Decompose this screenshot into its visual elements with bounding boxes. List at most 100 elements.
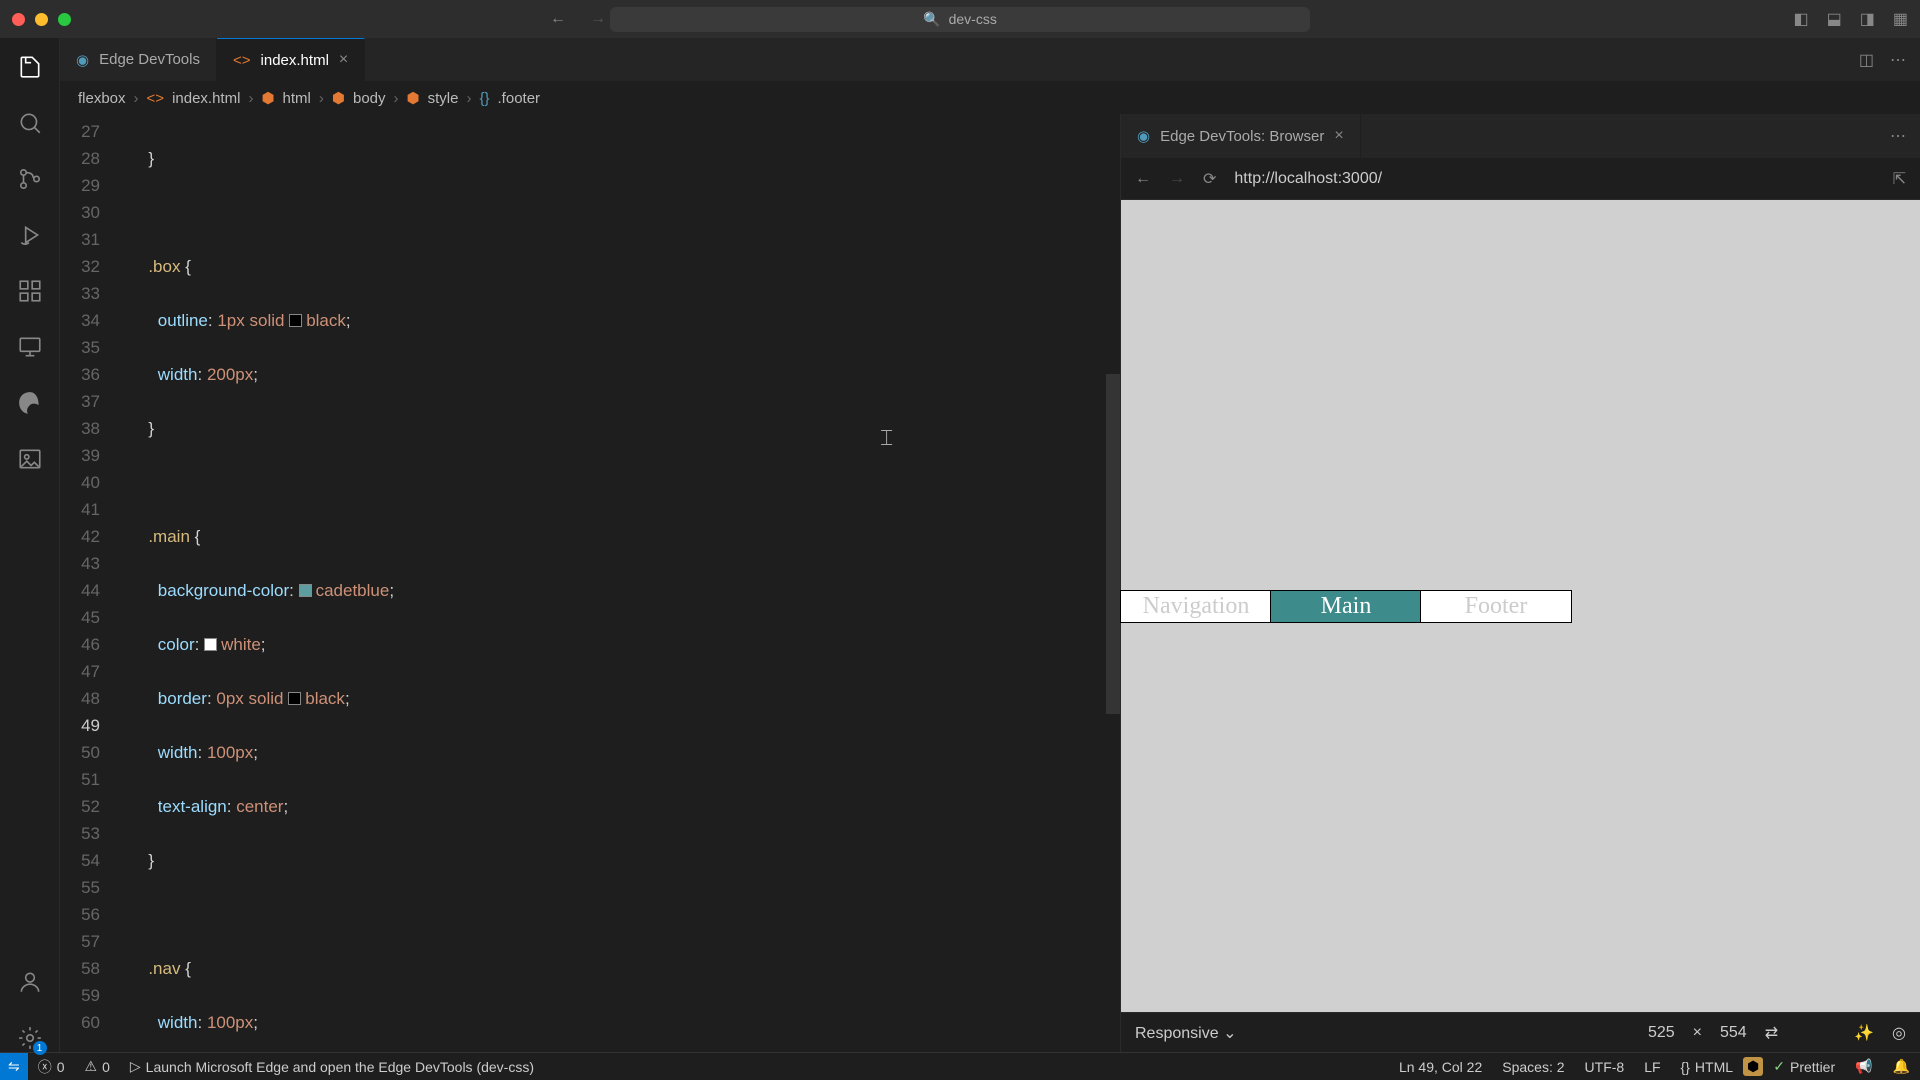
encoding[interactable]: UTF-8	[1575, 1059, 1635, 1075]
panel-bottom-icon[interactable]: ⬓	[1827, 9, 1842, 29]
scrollbar-thumb[interactable]	[1106, 374, 1120, 714]
chevron-down-icon: ⌄	[1223, 1025, 1236, 1042]
remote-indicator[interactable]: ⇋	[0, 1053, 28, 1080]
breadcrumb[interactable]: flexbox› <>index.html› ⬢html› ⬢body› ⬢st…	[60, 82, 1920, 114]
maximize-window-icon[interactable]	[58, 13, 71, 26]
tab-label: Edge DevTools	[99, 51, 200, 68]
explorer-icon[interactable]	[16, 53, 44, 81]
activity-bar: 1	[0, 38, 60, 1052]
chevron-right-icon: ›	[134, 90, 139, 107]
browser-toolbar: ← → ⟳ http://localhost:3000/ ⇱	[1121, 158, 1920, 200]
more-actions-icon[interactable]: ⋯	[1890, 114, 1920, 158]
reload-icon[interactable]: ⟳	[1203, 169, 1216, 189]
breadcrumb-item[interactable]: flexbox	[78, 90, 126, 107]
panel-right-icon[interactable]: ◨	[1860, 9, 1875, 29]
settings-gear-icon[interactable]: 1	[16, 1024, 44, 1052]
viewport-width[interactable]: 525	[1648, 1024, 1675, 1042]
more-actions-icon[interactable]: ⋯	[1890, 50, 1906, 70]
edge-tab-icon: ◉	[1137, 127, 1150, 145]
extensions-icon[interactable]	[16, 277, 44, 305]
color-swatch-black-icon[interactable]	[288, 692, 301, 705]
customize-layout-icon[interactable]: ▦	[1893, 9, 1908, 29]
viewport-height[interactable]: 554	[1720, 1024, 1747, 1042]
color-swatch-white-icon[interactable]	[204, 638, 217, 651]
tab-index-html[interactable]: <> index.html ×	[217, 38, 365, 81]
browser-viewport[interactable]: Navigation Main Footer	[1121, 200, 1920, 1012]
css-rule-icon: {}	[479, 90, 489, 107]
editor-tabs: ◉ Edge DevTools <> index.html × ◫ ⋯	[60, 38, 1920, 82]
prettier-status[interactable]: Prettier	[1763, 1058, 1845, 1075]
browser-pane: ◉ Edge DevTools: Browser × ⋯ ← → ⟳ http:…	[1120, 114, 1920, 1052]
edge-devtools-icon[interactable]	[16, 389, 44, 417]
forward-icon[interactable]: →	[590, 10, 606, 28]
breadcrumb-item[interactable]: html	[283, 90, 311, 107]
panel-left-icon[interactable]: ◧	[1794, 9, 1809, 29]
html-file-icon: <>	[147, 90, 165, 107]
back-icon[interactable]: ←	[550, 10, 566, 28]
browser-back-icon[interactable]: ←	[1135, 170, 1151, 188]
launch-task[interactable]: ▷Launch Microsoft Edge and open the Edge…	[120, 1058, 544, 1075]
tab-edge-browser[interactable]: ◉ Edge DevTools: Browser ×	[1121, 114, 1361, 158]
indent-setting[interactable]: Spaces: 2	[1492, 1059, 1574, 1075]
window-controls	[12, 13, 71, 26]
cursor-position[interactable]: Ln 49, Col 22	[1389, 1059, 1492, 1075]
code-editor[interactable]: 2728293031323334353637383940414243444546…	[60, 114, 1120, 1052]
remote-icon: ⇋	[8, 1058, 20, 1075]
chevron-right-icon: ›	[394, 90, 399, 107]
search-sidebar-icon[interactable]	[16, 109, 44, 137]
color-swatch-cadetblue-icon[interactable]	[299, 584, 312, 597]
command-center[interactable]: 🔍 dev-css	[610, 7, 1310, 32]
image-icon[interactable]	[16, 445, 44, 473]
feedback-icon[interactable]: 📢	[1845, 1058, 1882, 1075]
target-icon[interactable]: ◎	[1892, 1023, 1906, 1043]
tab-label: Edge DevTools: Browser	[1160, 128, 1324, 145]
breadcrumb-item[interactable]: index.html	[172, 90, 240, 107]
code-icon: {}	[1681, 1059, 1690, 1075]
status-bar: ⇋ ⓧ0 ⚠0 ▷Launch Microsoft Edge and open …	[0, 1052, 1920, 1080]
close-tab-icon[interactable]: ×	[1334, 127, 1343, 145]
history-nav: ← →	[550, 10, 606, 28]
device-mode-select[interactable]: Responsive ⌄	[1135, 1023, 1236, 1043]
minimize-window-icon[interactable]	[35, 13, 48, 26]
tab-edge-devtools[interactable]: ◉ Edge DevTools	[60, 38, 217, 81]
url-display[interactable]: http://localhost:3000/	[1234, 170, 1874, 188]
rendered-flex-container: Navigation Main Footer	[1121, 591, 1571, 622]
breadcrumb-item[interactable]: body	[353, 90, 386, 107]
dimension-separator: ×	[1693, 1024, 1702, 1042]
code-content[interactable]: } .box { outline: 1px solid black; width…	[120, 114, 1120, 1052]
run-debug-icon[interactable]	[16, 221, 44, 249]
close-tab-icon[interactable]: ×	[339, 51, 348, 69]
popout-icon[interactable]: ⇱	[1893, 169, 1906, 189]
remote-explorer-icon[interactable]	[16, 333, 44, 361]
browser-forward-icon[interactable]: →	[1169, 170, 1185, 188]
close-window-icon[interactable]	[12, 13, 25, 26]
color-swatch-black-icon[interactable]	[289, 314, 302, 327]
search-icon: 🔍	[923, 11, 940, 28]
problems-errors[interactable]: ⓧ0	[28, 1057, 75, 1077]
tag-icon: ⬢	[407, 89, 420, 107]
titlebar: ← → 🔍 dev-css ◧ ⬓ ◨ ▦	[0, 0, 1920, 38]
eol[interactable]: LF	[1634, 1059, 1670, 1075]
account-icon[interactable]	[16, 968, 44, 996]
chevron-right-icon: ›	[319, 90, 324, 107]
split-editor-icon[interactable]: ◫	[1859, 50, 1874, 70]
browser-tabs: ◉ Edge DevTools: Browser × ⋯	[1121, 114, 1920, 158]
magic-wand-icon[interactable]: ✨	[1854, 1023, 1874, 1043]
line-gutter: 2728293031323334353637383940414243444546…	[60, 114, 120, 1052]
tag-icon: ⬢	[261, 89, 274, 107]
tab-label: index.html	[261, 52, 329, 69]
html-file-icon: <>	[233, 52, 251, 69]
tab-actions: ◫ ⋯	[1859, 38, 1920, 81]
breadcrumb-item[interactable]: .footer	[498, 90, 541, 107]
warning-icon: ⚠	[85, 1058, 98, 1075]
breadcrumb-item[interactable]: style	[428, 90, 459, 107]
language-mode[interactable]: {} HTML	[1671, 1059, 1743, 1075]
source-control-icon[interactable]	[16, 165, 44, 193]
problems-warnings[interactable]: ⚠0	[75, 1058, 120, 1075]
rendered-main-box: Main	[1271, 591, 1421, 622]
eslint-icon[interactable]: ⬢	[1743, 1057, 1763, 1076]
device-toolbar: Responsive ⌄ 525 × 554 ⇄ ✨ ◎	[1121, 1012, 1920, 1052]
bell-icon[interactable]: 🔔	[1883, 1058, 1920, 1075]
debug-icon: ▷	[130, 1058, 141, 1075]
rotate-icon[interactable]: ⇄	[1765, 1023, 1778, 1043]
